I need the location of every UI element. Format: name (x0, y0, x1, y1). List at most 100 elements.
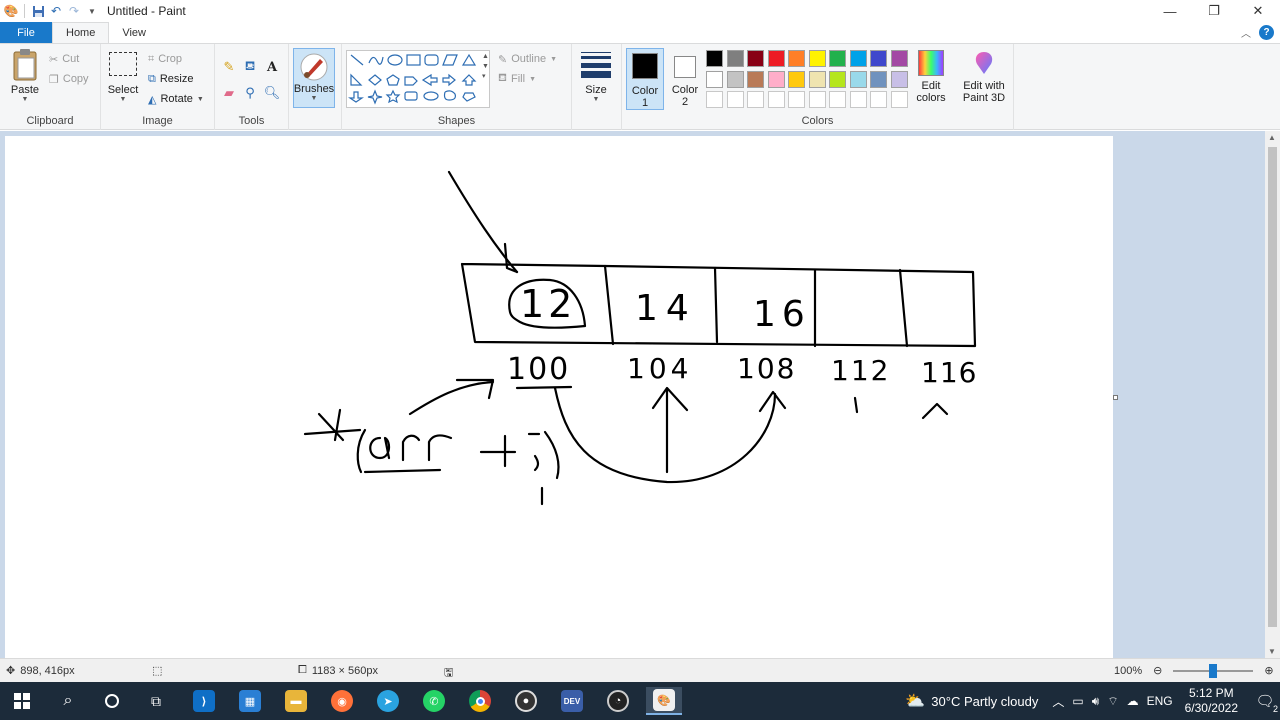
zoom-slider-thumb[interactable] (1209, 663, 1218, 678)
outline-button[interactable]: ✎ Outline ▼ (498, 50, 557, 68)
close-button[interactable]: ✕ (1236, 0, 1280, 22)
edit-with-paint3d-button[interactable]: Edit with Paint 3D (958, 50, 1010, 104)
cut-button[interactable]: ✂ Cut (49, 50, 79, 68)
zoom-slider[interactable] (1173, 663, 1254, 678)
firefox-icon[interactable]: ◉ (324, 687, 360, 715)
restore-button[interactable]: ❐ (1192, 0, 1236, 22)
input-language[interactable]: ENG (1147, 694, 1173, 708)
copy-button[interactable]: ❐ Copy (49, 70, 89, 88)
tab-file[interactable]: File (0, 22, 52, 43)
zoom-out-icon[interactable]: ⊖ (1153, 664, 1162, 677)
undo-icon[interactable]: ↶ (49, 4, 63, 18)
battery-icon[interactable]: ▭ (1072, 694, 1083, 708)
text-icon[interactable]: A (263, 58, 281, 76)
color-swatch[interactable] (890, 50, 908, 67)
color-swatch[interactable] (890, 70, 908, 88)
color-swatch[interactable] (870, 70, 887, 88)
canvas-resize-handle[interactable] (1113, 395, 1118, 400)
onedrive-icon[interactable]: ☁ (1127, 694, 1139, 708)
vertical-scrollbar[interactable]: ▲ ▼ (1265, 131, 1280, 658)
redo-icon[interactable]: ↷ (67, 4, 81, 18)
volume-icon[interactable]: 🔊︎ (1092, 694, 1100, 709)
custom-color-slot[interactable] (747, 91, 764, 108)
custom-color-slot[interactable] (890, 91, 908, 108)
scroll-down-icon[interactable]: ▼ (1268, 647, 1276, 656)
color-swatch[interactable] (726, 50, 744, 67)
custom-color-slot[interactable] (849, 91, 867, 108)
color-swatch[interactable] (870, 50, 887, 67)
color-swatch[interactable] (706, 70, 723, 88)
color-swatch[interactable] (829, 70, 846, 88)
minimize-button[interactable]: — (1148, 0, 1192, 22)
devcpp-icon[interactable]: DEV (554, 687, 590, 715)
edit-colors-button[interactable]: Edit colors (914, 50, 948, 104)
search-icon[interactable]: ⌕ (50, 687, 86, 715)
action-center-button[interactable]: 🗨︎ 2 (1250, 692, 1280, 714)
cortana-icon[interactable] (94, 687, 130, 715)
color-swatch[interactable] (706, 50, 723, 67)
color-swatch[interactable] (788, 50, 805, 67)
color-swatch[interactable] (747, 50, 764, 67)
zoom-level: 100% (1114, 664, 1143, 677)
clock[interactable]: 5:12 PM 6/30/2022 (1185, 686, 1238, 716)
scrollbar-thumb[interactable] (1268, 147, 1277, 627)
vscode-icon[interactable]: ⟩ (186, 687, 222, 715)
zoom-in-icon[interactable]: ⊕ (1264, 664, 1273, 677)
tab-home[interactable]: Home (52, 22, 110, 43)
crop-button[interactable]: ⌗ Crop (148, 50, 182, 68)
color-swatch[interactable] (726, 70, 744, 88)
color2-button[interactable]: Color 2 (668, 48, 702, 110)
collapse-ribbon-icon[interactable]: ︿ (1241, 25, 1251, 40)
network-icon[interactable]: ⌔ (1107, 694, 1118, 709)
eraser-icon[interactable]: ▰ (220, 84, 238, 102)
color-swatch[interactable] (808, 50, 826, 67)
whatsapp-icon[interactable]: ✆ (416, 687, 452, 715)
size-button[interactable]: Size ▼ (580, 52, 612, 103)
store-icon[interactable]: ▦ (232, 687, 268, 715)
color-swatch[interactable] (767, 70, 785, 88)
custom-color-slot[interactable] (706, 91, 723, 108)
custom-color-slot[interactable] (829, 91, 846, 108)
scroll-up-icon[interactable]: ▲ (1268, 133, 1276, 142)
speedometer-icon[interactable]: ◔ (600, 687, 636, 715)
fill-bucket-icon[interactable]: ⛾ (241, 58, 259, 76)
start-button[interactable] (4, 687, 40, 715)
weather-widget[interactable]: ⛅ 30°C Partly cloudy (905, 691, 1038, 711)
customize-toolbar-chevron-icon[interactable]: ▼ (85, 4, 99, 18)
shapes-gallery[interactable] (346, 50, 490, 108)
shapes-scroll[interactable]: ▲ ▼ ▾ (482, 52, 489, 82)
color-swatch[interactable] (849, 50, 867, 67)
color-swatch[interactable] (829, 50, 846, 67)
color-picker-icon[interactable]: ⚲ (241, 84, 259, 102)
tab-view[interactable]: View (109, 22, 159, 43)
color1-button[interactable]: Color 1 (626, 48, 664, 110)
color-swatch[interactable] (808, 70, 826, 88)
custom-color-slot[interactable] (788, 91, 805, 108)
fill-button[interactable]: ⛾ Fill ▼ (498, 70, 536, 88)
save-icon[interactable] (31, 4, 45, 18)
select-button[interactable]: Select ▼ (107, 52, 139, 103)
paste-button[interactable]: Paste ▼ (8, 48, 42, 103)
brushes-button[interactable]: Brushes ▼ (293, 48, 335, 108)
obs-icon[interactable]: ● (508, 687, 544, 715)
file-explorer-icon[interactable]: ▬ (278, 687, 314, 715)
magnifier-icon[interactable]: 🔍︎ (263, 84, 281, 102)
color-swatch[interactable] (788, 70, 805, 88)
resize-button[interactable]: ⧉ Resize (148, 70, 193, 88)
color-swatch[interactable] (747, 70, 764, 88)
telegram-icon[interactable]: ➤ (370, 687, 406, 715)
rotate-button[interactable]: ◭ Rotate ▼ (148, 90, 204, 108)
custom-color-slot[interactable] (726, 91, 744, 108)
custom-color-slot[interactable] (870, 91, 887, 108)
color-swatch[interactable] (767, 50, 785, 67)
custom-color-slot[interactable] (808, 91, 826, 108)
color-swatch[interactable] (849, 70, 867, 88)
show-hidden-icons-chevron[interactable]: ︿ (1052, 693, 1064, 710)
help-icon[interactable]: ? (1259, 25, 1274, 40)
chrome-icon[interactable] (462, 687, 498, 715)
drawing-canvas[interactable]: 12 14 16 100 104 108 112 116 (5, 136, 1113, 658)
pencil-icon[interactable]: ✎ (220, 58, 238, 76)
custom-color-slot[interactable] (767, 91, 785, 108)
task-view-icon[interactable]: ⧉ (138, 687, 174, 715)
paint-taskbar-icon[interactable]: 🎨 (646, 687, 682, 715)
